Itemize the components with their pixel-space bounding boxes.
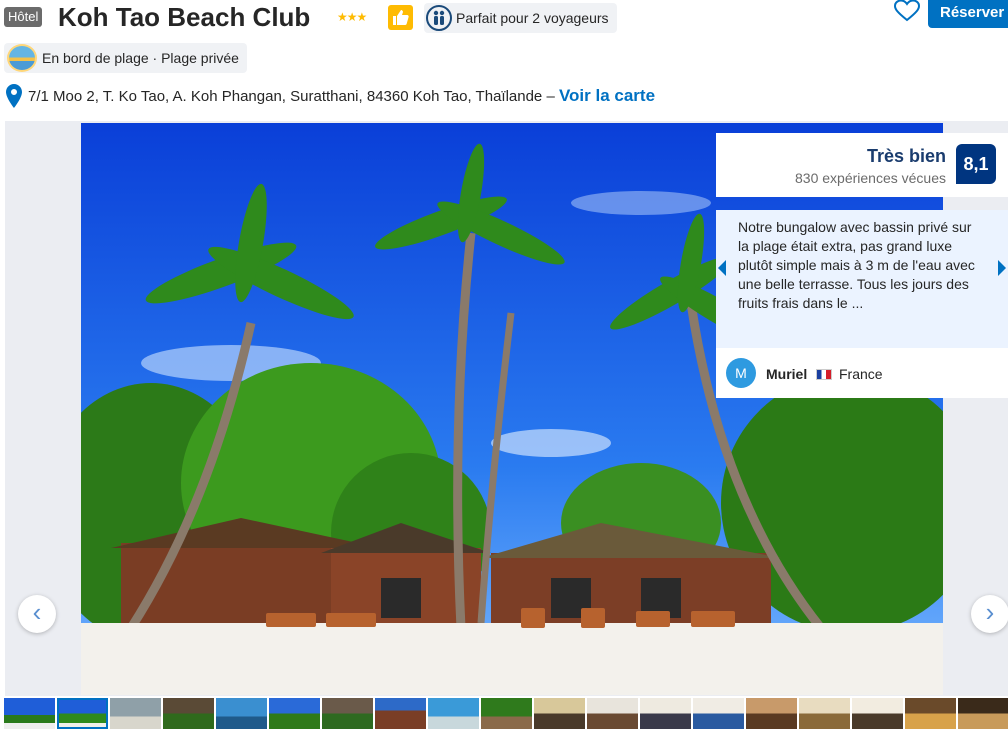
gallery-next-button[interactable]: › bbox=[971, 595, 1008, 633]
thumbnail[interactable] bbox=[163, 698, 214, 729]
thumbnail[interactable] bbox=[481, 698, 532, 729]
address-text: 7/1 Moo 2, T. Ko Tao, A. Koh Phangan, Su… bbox=[28, 88, 559, 105]
beach-chip: En bord de plage · Plage privée bbox=[4, 43, 247, 73]
photo-gallery: ‹ › bbox=[5, 121, 1008, 696]
thumbnail[interactable] bbox=[4, 698, 55, 729]
thumbnail[interactable] bbox=[905, 698, 956, 729]
thumbnail[interactable] bbox=[958, 698, 1008, 729]
gallery-prev-button[interactable]: ‹ bbox=[18, 595, 56, 633]
star-rating: ★★★ bbox=[337, 10, 367, 24]
beach-label: En bord de plage · Plage privée bbox=[42, 50, 239, 66]
rating-score-badge: 8,1 bbox=[956, 144, 996, 184]
avatar: M bbox=[726, 358, 756, 388]
thumbnail[interactable] bbox=[375, 698, 426, 729]
thumbnail[interactable] bbox=[587, 698, 638, 729]
show-map-link[interactable]: Voir la carte bbox=[559, 86, 655, 105]
thumbnail[interactable] bbox=[428, 698, 479, 729]
rating-label: Très bien bbox=[866, 146, 946, 166]
thumbnail[interactable] bbox=[57, 698, 108, 729]
thumbnail[interactable] bbox=[640, 698, 691, 729]
thumbnail[interactable] bbox=[799, 698, 850, 729]
reserve-button[interactable]: Réserver bbox=[928, 0, 1008, 28]
main-photo[interactable] bbox=[81, 123, 943, 695]
review-text: Notre bungalow avec bassin privé sur la … bbox=[738, 219, 975, 311]
reviewer-country: France bbox=[839, 366, 883, 382]
hotel-title: Koh Tao Beach Club bbox=[58, 2, 311, 32]
thumbs-up-icon[interactable] bbox=[388, 5, 413, 30]
thumbnail[interactable] bbox=[269, 698, 320, 729]
property-type-badge: Hôtel bbox=[4, 7, 43, 27]
thumbnail[interactable] bbox=[693, 698, 744, 729]
hotel-header: Hôtel Koh Tao Beach Club ★★★ Parfait pou… bbox=[0, 0, 1008, 36]
reviewer-name: Muriel bbox=[766, 366, 808, 382]
rating-count: 830 expériences vécues bbox=[795, 170, 946, 186]
thumbnail[interactable] bbox=[110, 698, 161, 729]
review-prev-arrow-icon[interactable] bbox=[718, 260, 728, 276]
two-people-icon bbox=[426, 5, 452, 31]
travelers-label: Parfait pour 2 voyageurs bbox=[456, 10, 609, 26]
travelers-chip: Parfait pour 2 voyageurs bbox=[424, 3, 617, 33]
review-next-arrow-icon[interactable] bbox=[996, 260, 1006, 276]
thumbnail[interactable] bbox=[852, 698, 903, 729]
thumbnail[interactable] bbox=[322, 698, 373, 729]
address-line: 7/1 Moo 2, T. Ko Tao, A. Koh Phangan, Su… bbox=[4, 84, 655, 108]
thumbnail[interactable] bbox=[534, 698, 585, 729]
heart-icon[interactable] bbox=[893, 0, 921, 27]
beach-sunset-icon bbox=[7, 44, 37, 72]
thumbnail-strip bbox=[0, 698, 1008, 729]
beach-scene-image bbox=[81, 123, 943, 695]
rating-card[interactable]: Très bien 830 expériences vécues 8,1 bbox=[716, 133, 1008, 197]
reviewer-info: M Muriel France bbox=[716, 348, 1008, 398]
france-flag-icon bbox=[816, 369, 832, 380]
thumbnail[interactable] bbox=[746, 698, 797, 729]
thumbnail[interactable] bbox=[216, 698, 267, 729]
map-pin-icon bbox=[6, 84, 22, 116]
review-card: Notre bungalow avec bassin privé sur la … bbox=[716, 210, 1008, 348]
